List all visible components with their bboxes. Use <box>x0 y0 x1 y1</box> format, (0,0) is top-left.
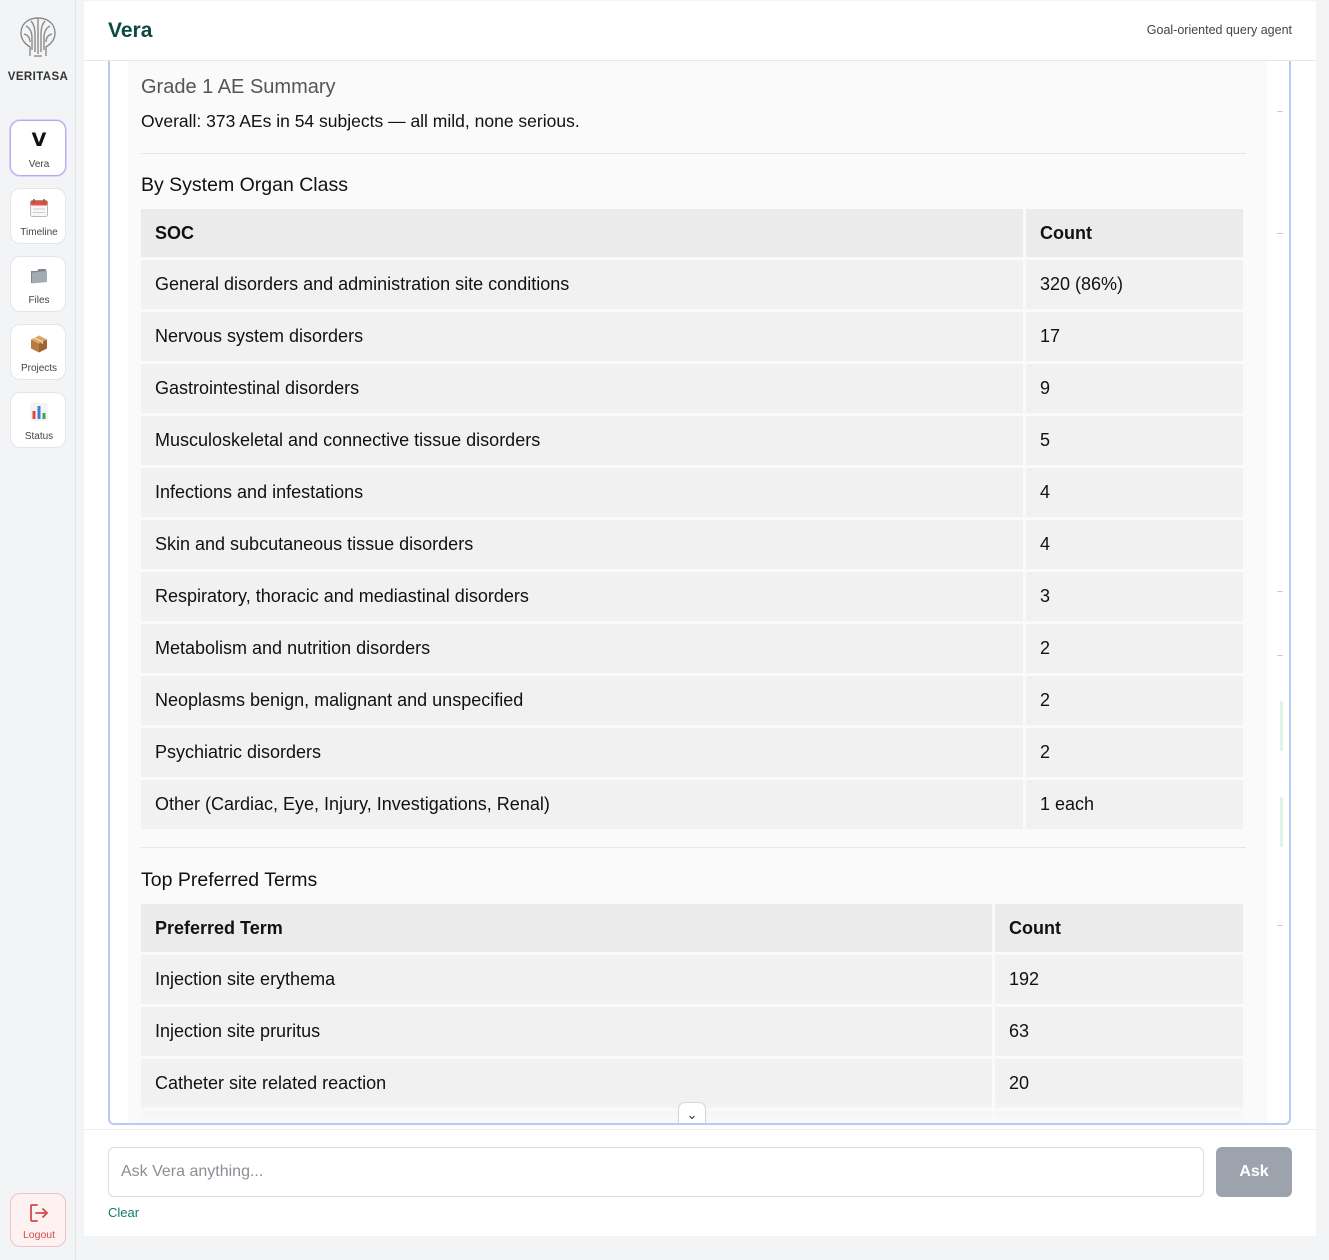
nav-vera-label: Vera <box>28 159 50 170</box>
soc-section-title: By System Organ Class <box>141 174 348 196</box>
summary-text: Overall: 373 AEs in 54 subjects — all mi… <box>141 111 580 131</box>
soc-cell: Respiratory, thoracic and mediastinal di… <box>141 572 1023 621</box>
top-header: Vera Goal-oriented query agent <box>84 1 1316 61</box>
count-cell: 320 (86%) <box>1026 260 1243 309</box>
summary-title: Grade 1 AE Summary <box>141 76 336 98</box>
preferred-term-column-header: Preferred Term <box>141 904 992 952</box>
count-cell: 63 <box>995 1007 1243 1056</box>
count-column-header: Count <box>995 904 1243 952</box>
count-cell: 2 <box>1026 676 1243 725</box>
pt-cell: Injection site pruritus <box>141 1007 992 1056</box>
count-cell: 9 <box>1026 364 1243 413</box>
soc-table: SOC Count General disorders and administ… <box>138 206 1246 832</box>
pt-section-title: Top Preferred Terms <box>141 869 318 891</box>
table-row: Injection site pruritus 63 <box>141 1007 1243 1056</box>
table-row: Nervous system disorders 17 <box>141 312 1243 361</box>
count-cell: 17 <box>1026 312 1243 361</box>
table-row: Respiratory, thoracic and mediastinal di… <box>141 572 1243 621</box>
brand-name: VERITASA <box>7 71 69 83</box>
pt-header-row: Preferred Term Count <box>141 904 1243 952</box>
table-row: Metabolism and nutrition disorders 2 <box>141 624 1243 673</box>
soc-cell: Psychiatric disorders <box>141 728 1023 777</box>
soc-cell: Infections and infestations <box>141 468 1023 517</box>
table-row: Injection site erythema 192 <box>141 955 1243 1004</box>
content-area: Grade 1 AE Summary Overall: 373 AEs in 5… <box>84 61 1316 1129</box>
count-cell: 4 <box>1026 468 1243 517</box>
clear-link[interactable]: Clear <box>108 1205 139 1220</box>
chevron-down-icon: ⌄ <box>686 1107 698 1122</box>
count-cell: 2 <box>1026 624 1243 673</box>
table-row: Neoplasms benign, malignant and unspecif… <box>141 676 1243 725</box>
soc-cell: General disorders and administration sit… <box>141 260 1023 309</box>
soc-cell: Skin and subcutaneous tissue disorders <box>141 520 1023 569</box>
table-row: General disorders and administration sit… <box>141 260 1243 309</box>
soc-cell: Nervous system disorders <box>141 312 1023 361</box>
soc-column-header: SOC <box>141 209 1023 257</box>
logout-label: Logout <box>22 1229 56 1241</box>
page-title: Vera <box>108 19 153 42</box>
soc-cell: Musculoskeletal and connective tissue di… <box>141 416 1023 465</box>
pt-cell: Injection site erythema <box>141 955 992 1004</box>
soc-cell: Gastrointestinal disorders <box>141 364 1023 413</box>
table-row: Psychiatric disorders 2 <box>141 728 1243 777</box>
ae-summary-message: Grade 1 AE Summary Overall: 373 AEs in 5… <box>128 61 1267 1123</box>
nav-vera-button[interactable]: V Vera <box>10 120 66 176</box>
bar-chart-icon <box>11 400 67 424</box>
table-row: Skin and subcutaneous tissue disorders 4 <box>141 520 1243 569</box>
nav-timeline-label: Timeline <box>20 227 58 238</box>
ask-button[interactable]: Ask <box>1216 1147 1292 1197</box>
count-cell: 1 each <box>1026 780 1243 829</box>
v-letter-icon: V <box>31 129 47 151</box>
package-icon <box>11 332 67 356</box>
preferred-terms-table: Preferred Term Count Injection site eryt… <box>138 901 1246 1123</box>
soc-header-row: SOC Count <box>141 209 1243 257</box>
count-cell: 4 <box>1026 520 1243 569</box>
count-column-header: Count <box>1026 209 1243 257</box>
nav-status-label: Status <box>24 431 54 442</box>
table-row: Gastrointestinal disorders 9 <box>141 364 1243 413</box>
nav-projects-button[interactable]: Projects <box>10 324 66 380</box>
ask-input[interactable] <box>108 1147 1204 1197</box>
count-cell: 2 <box>1026 728 1243 777</box>
response-panel[interactable]: Grade 1 AE Summary Overall: 373 AEs in 5… <box>108 61 1291 1125</box>
brain-logo-icon <box>16 14 60 60</box>
table-row: Musculoskeletal and connective tissue di… <box>141 416 1243 465</box>
calendar-icon <box>11 196 67 220</box>
soc-cell: Metabolism and nutrition disorders <box>141 624 1023 673</box>
nav-status-button[interactable]: Status <box>10 392 66 448</box>
sidebar: VERITASA V Vera Timeline Files Projects … <box>0 0 76 1260</box>
count-cell: 192 <box>995 955 1243 1004</box>
count-cell: 5 <box>1026 416 1243 465</box>
table-row: Other (Cardiac, Eye, Injury, Investigati… <box>141 780 1243 829</box>
folder-icon <box>11 264 67 288</box>
nav-projects-label: Projects <box>20 363 58 374</box>
nav-files-button[interactable]: Files <box>10 256 66 312</box>
query-bar: Ask Clear <box>84 1129 1316 1236</box>
divider <box>141 153 1246 154</box>
scroll-down-button[interactable]: ⌄ <box>678 1102 706 1123</box>
nav-timeline-button[interactable]: Timeline <box>10 188 66 244</box>
soc-cell: Neoplasms benign, malignant and unspecif… <box>141 676 1023 725</box>
page-subtitle: Goal-oriented query agent <box>1146 23 1292 37</box>
nav-files-label: Files <box>28 295 50 306</box>
count-cell: 3 <box>1026 572 1243 621</box>
logout-icon <box>11 1202 67 1224</box>
soc-cell: Other (Cardiac, Eye, Injury, Investigati… <box>141 780 1023 829</box>
table-row: Infections and infestations 4 <box>141 468 1243 517</box>
logout-button[interactable]: Logout <box>10 1193 66 1247</box>
divider <box>141 847 1246 848</box>
